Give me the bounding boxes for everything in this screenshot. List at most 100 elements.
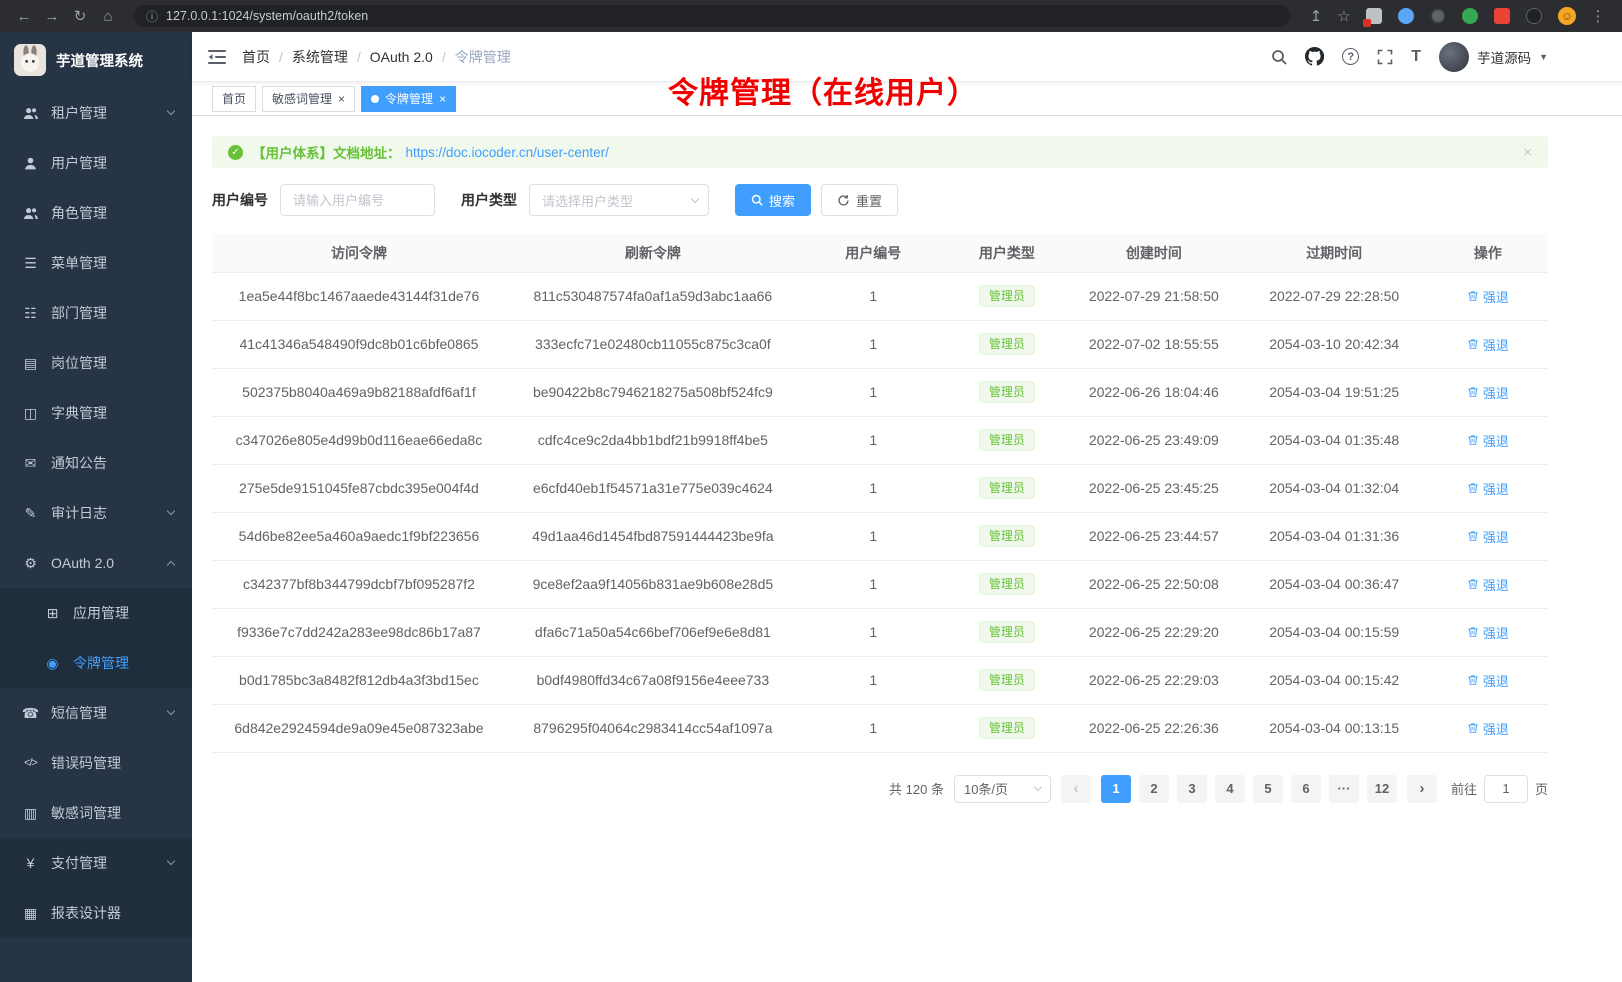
topbar-actions: ? T 芋道源码 ▼	[1271, 42, 1548, 72]
sidebar-item-app-manage[interactable]: ⊞ 应用管理	[0, 588, 192, 638]
page-button-4[interactable]: 4	[1215, 775, 1245, 803]
sidebar-item-audit-log[interactable]: ✎ 审计日志	[0, 488, 192, 538]
page-button-3[interactable]: 3	[1177, 775, 1207, 803]
next-page-button[interactable]: ›	[1407, 775, 1437, 803]
user-type-select[interactable]: 请选择用户类型	[529, 184, 709, 216]
help-icon[interactable]: ?	[1342, 48, 1359, 65]
close-icon[interactable]: ×	[338, 93, 345, 105]
chevron-down-icon	[167, 707, 175, 715]
goto-page-input[interactable]	[1484, 775, 1528, 803]
extension-icon-dark[interactable]	[1526, 8, 1542, 24]
expire-time-cell: 2054-03-04 01:35:48	[1241, 416, 1428, 464]
user-type-badge: 管理员	[979, 573, 1035, 595]
user-id-input[interactable]	[280, 184, 435, 216]
extension-icon-badge[interactable]	[1366, 8, 1382, 24]
sidebar-item-payment[interactable]: ¥ 支付管理	[0, 838, 192, 888]
sidebar-item-user[interactable]: 用户管理	[0, 138, 192, 188]
user-name: 芋道源码	[1477, 47, 1531, 67]
sidebar-item-token-manage[interactable]: ◉ 令牌管理	[0, 638, 192, 688]
sidebar-fold-icon[interactable]	[208, 49, 226, 65]
breadcrumb-home[interactable]: 首页	[242, 47, 270, 67]
share-icon[interactable]: ↥	[1304, 7, 1328, 25]
user-type-cell: 管理员	[947, 656, 1067, 704]
close-icon[interactable]: ×	[439, 93, 446, 105]
force-logout-button[interactable]: 强退	[1467, 335, 1509, 354]
action-cell: 强退	[1428, 416, 1548, 464]
browser-menu-icon[interactable]: ⋮	[1586, 7, 1610, 25]
force-logout-button[interactable]: 强退	[1467, 623, 1509, 642]
sidebar-item-menu[interactable]: ☰ 菜单管理	[0, 238, 192, 288]
breadcrumb-oauth[interactable]: OAuth 2.0	[370, 49, 433, 65]
extension-icon-blue[interactable]	[1398, 8, 1414, 24]
notice-icon: ✉	[22, 455, 39, 472]
extension-icon-gray[interactable]	[1430, 8, 1446, 24]
expire-time-cell: 2054-03-04 01:32:04	[1241, 464, 1428, 512]
bookmark-star-icon[interactable]: ☆	[1332, 7, 1356, 25]
page-size-select[interactable]: 10条/页	[954, 775, 1051, 803]
user-id-cell: 1	[800, 608, 947, 656]
page-button-1[interactable]: 1	[1101, 775, 1131, 803]
search-button[interactable]: 搜索	[735, 184, 811, 216]
refresh-token-cell: b0df4980ffd34c67a08f9156e4eee733	[506, 656, 800, 704]
pagination-ellipsis[interactable]: ···	[1329, 775, 1359, 803]
sidebar-item-oauth[interactable]: ⚙ OAuth 2.0	[0, 538, 192, 588]
sidebar-item-error-code[interactable]: </> 错误码管理	[0, 738, 192, 788]
page-button-5[interactable]: 5	[1253, 775, 1283, 803]
breadcrumb-system[interactable]: 系统管理	[292, 47, 348, 67]
url-bar[interactable]: ⓘ 127.0.0.1:1024/system/oauth2/token	[134, 5, 1290, 27]
sidebar-item-notice[interactable]: ✉ 通知公告	[0, 438, 192, 488]
sidebar-item-report-designer[interactable]: ▦ 报表设计器	[0, 888, 192, 938]
back-icon[interactable]: ←	[12, 8, 36, 25]
extension-icon-red[interactable]	[1494, 8, 1510, 24]
force-logout-button[interactable]: 强退	[1467, 383, 1509, 402]
user-avatar	[1439, 42, 1469, 72]
user-id-cell: 1	[800, 368, 947, 416]
tab-sensitive-word[interactable]: 敏感词管理 ×	[262, 86, 355, 112]
prev-page-button[interactable]: ‹	[1061, 775, 1091, 803]
force-logout-button[interactable]: 强退	[1467, 479, 1509, 498]
force-logout-button[interactable]: 强退	[1467, 527, 1509, 546]
force-logout-button[interactable]: 强退	[1467, 431, 1509, 450]
sidebar-item-sensitive-word[interactable]: ▥ 敏感词管理	[0, 788, 192, 838]
user-type-badge: 管理员	[979, 525, 1035, 547]
user-id-cell: 1	[800, 320, 947, 368]
page-button-12[interactable]: 12	[1367, 775, 1397, 803]
sidebar-item-post[interactable]: ▤ 岗位管理	[0, 338, 192, 388]
user-menu[interactable]: 芋道源码 ▼	[1439, 42, 1548, 72]
search-icon[interactable]	[1271, 49, 1287, 65]
dept-icon: ☷	[22, 305, 39, 322]
sidebar-item-tenant[interactable]: 租户管理	[0, 88, 192, 138]
reload-icon[interactable]: ↻	[68, 7, 92, 25]
site-info-icon[interactable]: ⓘ	[146, 8, 158, 25]
tab-token-manage[interactable]: 令牌管理 ×	[361, 86, 456, 112]
force-logout-button[interactable]: 强退	[1467, 671, 1509, 690]
github-icon[interactable]	[1305, 47, 1324, 66]
user-type-cell: 管理员	[947, 560, 1067, 608]
extension-icon-green[interactable]	[1462, 8, 1478, 24]
sidebar-item-role[interactable]: 角色管理	[0, 188, 192, 238]
table-row: 502375b8040a469a9b82188afdf6af1f be90422…	[212, 368, 1548, 416]
sidebar-item-dict[interactable]: ◫ 字典管理	[0, 388, 192, 438]
sidebar-item-sms[interactable]: ☎ 短信管理	[0, 688, 192, 738]
tab-home[interactable]: 首页	[212, 86, 256, 112]
page-button-2[interactable]: 2	[1139, 775, 1169, 803]
app-logo[interactable]: 芋道管理系统	[0, 32, 192, 88]
reset-button[interactable]: 重置	[821, 184, 898, 216]
home-icon[interactable]: ⌂	[96, 8, 120, 25]
doc-link[interactable]: https://doc.iocoder.cn/user-center/	[406, 145, 609, 160]
user-type-label: 用户类型	[461, 190, 517, 210]
font-size-icon[interactable]: T	[1411, 48, 1421, 66]
page-button-6[interactable]: 6	[1291, 775, 1321, 803]
refresh-token-cell: 811c530487574fa0af1a59d3abc1aa66	[506, 272, 800, 320]
force-logout-button[interactable]: 强退	[1467, 287, 1509, 306]
oauth-icon: ⚙	[22, 555, 39, 572]
force-logout-button[interactable]: 强退	[1467, 575, 1509, 594]
forward-icon[interactable]: →	[40, 8, 64, 25]
sidebar-item-label: 字典管理	[51, 403, 174, 423]
alert-close-icon[interactable]: ×	[1523, 144, 1532, 161]
browser-profile-avatar[interactable]: ☺	[1558, 7, 1576, 25]
sidebar-item-dept[interactable]: ☷ 部门管理	[0, 288, 192, 338]
action-cell: 强退	[1428, 608, 1548, 656]
fullscreen-icon[interactable]	[1377, 49, 1393, 65]
force-logout-button[interactable]: 强退	[1467, 719, 1509, 738]
